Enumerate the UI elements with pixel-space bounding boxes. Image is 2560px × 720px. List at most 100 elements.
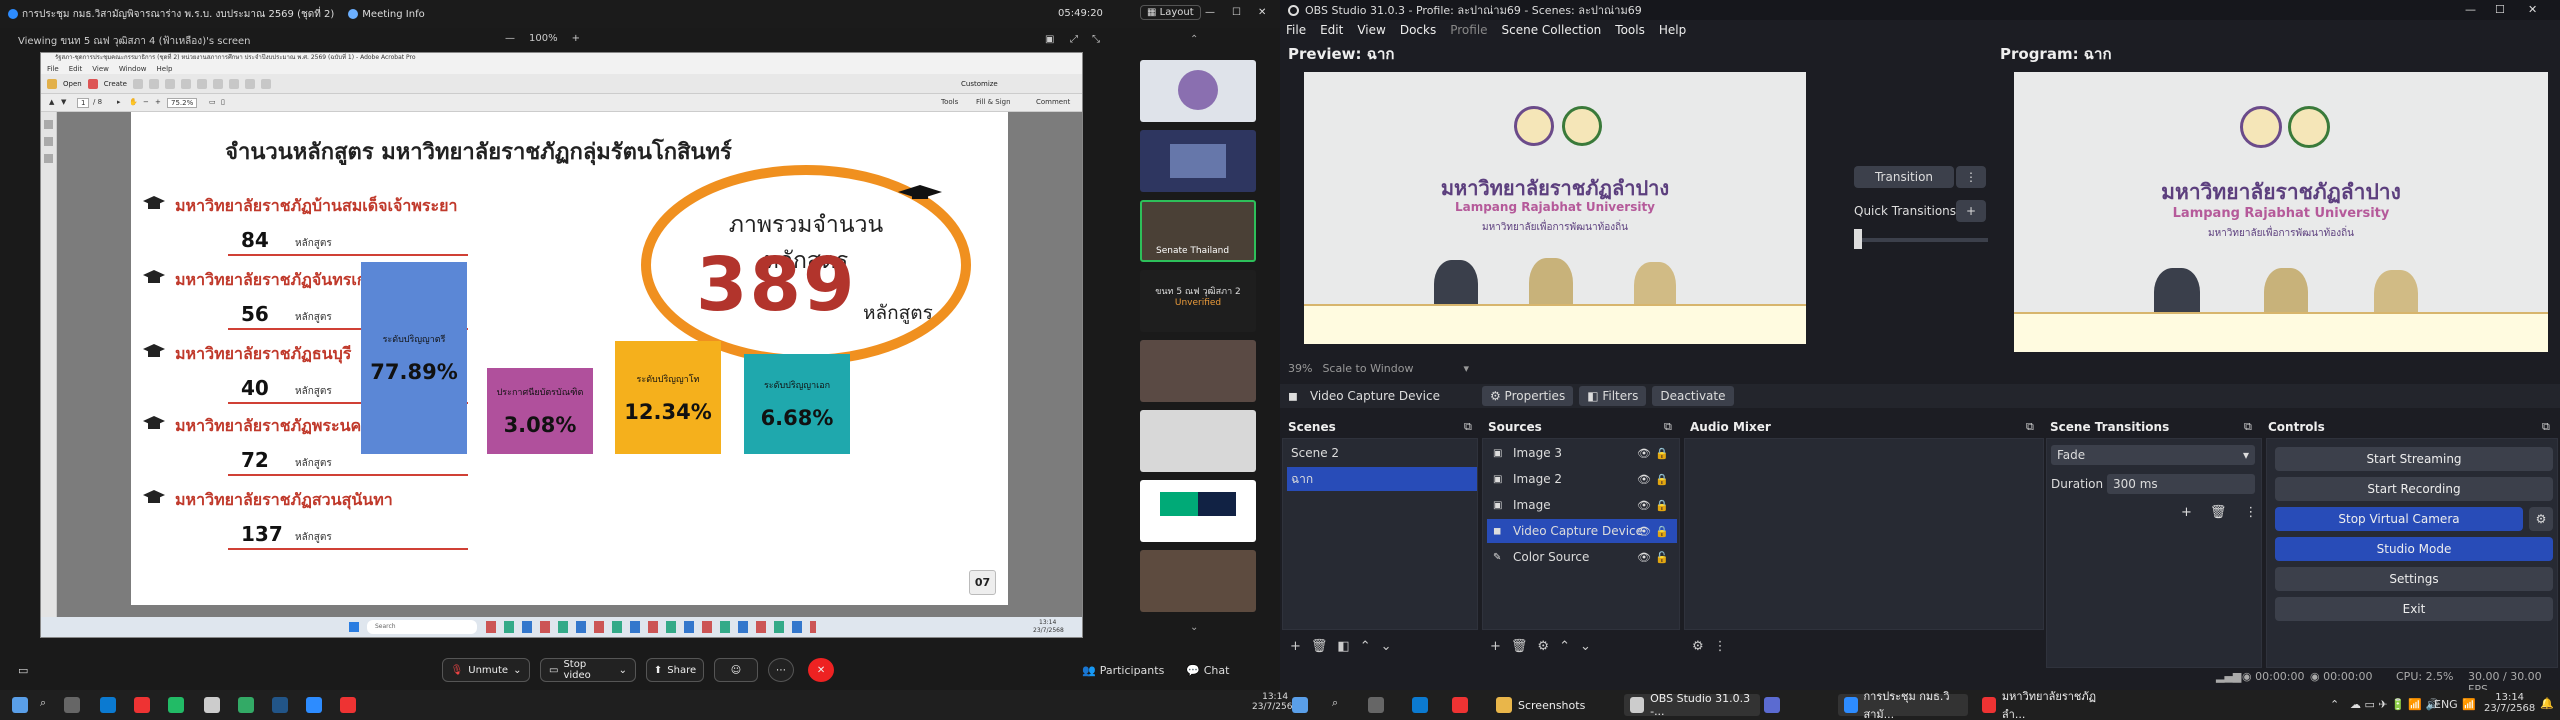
zoom-in-icon[interactable]: + (155, 98, 161, 106)
transition-button[interactable]: Transition (1854, 166, 1954, 188)
app-icon[interactable] (272, 697, 288, 713)
maximize-button[interactable]: ☐ (2495, 3, 2505, 16)
share-button[interactable]: ⬆ Share (646, 658, 704, 682)
zoom-out-button[interactable]: — (505, 33, 515, 44)
scene-item-selected[interactable]: ฉาก (1287, 467, 1477, 491)
studio-mode-button[interactable]: Studio Mode (2275, 537, 2553, 561)
menu-docks[interactable]: Docks (1400, 23, 1436, 37)
menu-edit[interactable]: Edit (1320, 23, 1343, 37)
lock-icon[interactable]: 🔒 (1655, 447, 1669, 460)
captions-icon[interactable]: ▭ (18, 664, 28, 677)
select-tool-icon[interactable]: ▸ (117, 98, 121, 106)
source-item-selected[interactable]: ◼ Video Capture Device 👁 🔒 (1487, 519, 1677, 543)
scale-select[interactable]: Scale to Window (1322, 362, 1413, 375)
app-icon[interactable] (168, 697, 184, 713)
start-streaming-button[interactable]: Start Streaming (2275, 447, 2553, 471)
language-indicator[interactable]: ENG (2434, 698, 2458, 711)
gallery-up-icon[interactable]: ⌃ (1190, 34, 1198, 45)
dock-undock-icon[interactable]: ⧉ (2244, 420, 2252, 434)
dock-undock-icon[interactable]: ⧉ (1464, 420, 1472, 434)
obs-taskbar-icon[interactable] (204, 697, 220, 713)
prev-page-icon[interactable]: ▲ (49, 98, 54, 106)
gear-icon[interactable]: ⚙ (1537, 639, 1549, 654)
virtual-camera-settings-button[interactable]: ⚙ (2529, 507, 2553, 531)
stop-video-button[interactable]: ▭ Stop video ⌄ (540, 658, 636, 682)
email-icon[interactable] (164, 78, 175, 89)
dock-undock-icon[interactable]: ⧉ (2542, 420, 2550, 434)
fullscreen-icon[interactable]: ⤡ (1092, 34, 1100, 45)
transition-menu-button[interactable]: ⋮ (1956, 166, 1986, 188)
filters-button[interactable]: ◧ Filters (1579, 386, 1647, 406)
zoom-select[interactable]: 75.2% (167, 98, 198, 108)
page-input[interactable]: 1 (77, 98, 90, 108)
zoom-out-icon[interactable]: − (143, 98, 149, 106)
notifications-icon[interactable]: 🔔 (2540, 697, 2554, 710)
dock-undock-icon[interactable]: ⧉ (1664, 420, 1672, 434)
meeting-taskbar-icon[interactable] (306, 697, 322, 713)
task-view-icon[interactable] (1368, 697, 1384, 713)
app-icon[interactable] (238, 697, 254, 713)
more-vertical-icon[interactable]: ⋮ (2244, 505, 2257, 520)
popout-icon[interactable]: ⤢ (1070, 34, 1078, 45)
plus-icon[interactable]: + (2181, 505, 2192, 520)
unlock-icon[interactable]: 🔓 (1655, 551, 1669, 564)
source-item[interactable]: ▣ Image 👁 🔒 (1487, 493, 1677, 517)
visibility-icon[interactable]: 👁 (1637, 499, 1651, 512)
start-recording-button[interactable]: Start Recording (2275, 477, 2553, 501)
edge-icon[interactable] (1412, 697, 1428, 713)
print-icon[interactable] (148, 78, 159, 89)
participants-button[interactable]: 👥 Participants (1082, 664, 1164, 677)
attachments-icon[interactable] (44, 154, 53, 163)
participant-tile[interactable] (1140, 130, 1256, 192)
stop-virtual-camera-button[interactable]: Stop Virtual Camera (2275, 507, 2523, 531)
remove-scene-icon[interactable]: 🗑 (1311, 639, 1328, 654)
properties-button[interactable]: ⚙ Properties (1481, 386, 1574, 406)
search-icon[interactable]: ⌕ (40, 696, 46, 710)
next-page-icon[interactable]: ▼ (61, 98, 66, 106)
chrome-icon[interactable] (134, 697, 150, 713)
tbar-handle[interactable] (1854, 229, 1862, 249)
acrobat-menu-edit[interactable]: Edit (69, 65, 83, 73)
fit-width-icon[interactable]: ▯ (221, 98, 225, 106)
tbar-slider[interactable] (1854, 238, 1988, 242)
trash-icon[interactable]: 🗑 (2210, 505, 2227, 520)
taskbar-app-meeting[interactable]: การประชุม กมธ.วิสามั... (1838, 690, 1968, 720)
participant-tile-active[interactable]: Senate Thailand (1140, 200, 1256, 262)
move-up-icon[interactable]: ⌃ (1559, 639, 1570, 654)
visibility-icon[interactable]: 👁 (1637, 447, 1651, 460)
leave-button[interactable]: ✕ (808, 658, 834, 682)
comment-tool-icon[interactable] (212, 78, 223, 89)
acrobat-menu-window[interactable]: Window (119, 65, 147, 73)
settings-button[interactable]: Settings (2275, 567, 2553, 591)
tray-expand-icon[interactable]: ⌃ (2330, 698, 2339, 711)
source-item[interactable]: ▣ Image 3 👁 🔒 (1487, 441, 1677, 465)
menu-tools[interactable]: Tools (1615, 23, 1645, 37)
transition-select[interactable]: Fade ▾ (2051, 445, 2255, 465)
menu-view[interactable]: View (1357, 23, 1385, 37)
fit-page-icon[interactable]: ▭ (209, 98, 216, 106)
close-button[interactable]: ✕ (1258, 7, 1266, 18)
gallery-down-icon[interactable]: ⌄ (1190, 622, 1198, 633)
sign-tool-icon[interactable] (228, 78, 239, 89)
maximize-button[interactable]: ☐ (1232, 7, 1241, 18)
lock-icon[interactable]: 🔒 (1655, 499, 1669, 512)
more-vertical-icon[interactable]: ⋮ (1714, 639, 1727, 654)
move-up-icon[interactable]: ⌃ (1360, 639, 1371, 654)
visibility-icon[interactable]: 👁 (1637, 551, 1651, 564)
dock-undock-icon[interactable]: ⧉ (2026, 420, 2034, 434)
close-button[interactable]: ✕ (2528, 3, 2537, 16)
comment-tab[interactable]: Comment (1036, 98, 1070, 106)
clock[interactable]: 13:14 23/7/2568 (2484, 692, 2535, 714)
acrobat-menu-view[interactable]: View (92, 65, 109, 73)
edge-icon[interactable] (100, 697, 116, 713)
more-button[interactable]: ⋯ (768, 658, 794, 682)
search-icon[interactable]: ⌕ (1332, 696, 1338, 710)
participant-tile[interactable]: ขนท 5 ณฟ วุฒิสภา 2 Unverified (1140, 270, 1256, 332)
chat-button[interactable]: 💬 Chat (1186, 664, 1229, 677)
chrome-icon[interactable] (340, 697, 356, 713)
scene-filters-icon[interactable]: ◧ (1337, 639, 1349, 654)
deactivate-button[interactable]: Deactivate (1652, 386, 1734, 406)
hand-tool-icon[interactable]: ✋ (129, 98, 138, 106)
source-item[interactable]: ✎ Color Source 👁 🔓 (1487, 545, 1677, 569)
fill-sign-tab[interactable]: Fill & Sign (976, 98, 1011, 106)
